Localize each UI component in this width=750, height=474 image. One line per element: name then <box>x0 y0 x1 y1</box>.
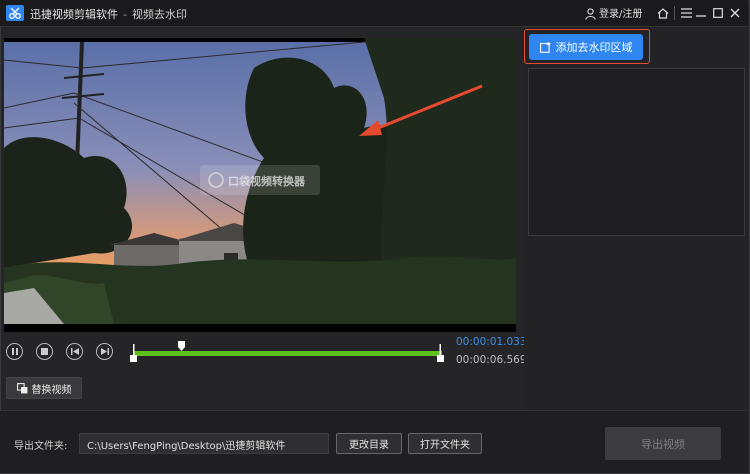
add-region-icon <box>539 41 550 53</box>
total-time: 00:00:06.569 <box>456 354 527 366</box>
change-directory-button[interactable]: 更改目录 <box>336 433 402 454</box>
playback-controls: 00:00:01.033 00:00:06.569 <box>4 332 527 370</box>
maximize-button[interactable] <box>709 4 727 22</box>
output-folder-label: 导出文件夹: <box>14 441 68 452</box>
next-frame-button[interactable] <box>96 343 113 360</box>
prev-frame-button[interactable] <box>66 343 83 360</box>
open-folder-button[interactable]: 打开文件夹 <box>408 433 482 454</box>
trim-track[interactable] <box>134 351 442 356</box>
pause-icon <box>11 348 18 355</box>
playhead-handle[interactable] <box>178 341 185 351</box>
replace-video-icon <box>16 382 27 393</box>
app-logo-icon <box>6 5 24 21</box>
minimize-icon <box>696 15 706 17</box>
login-link[interactable]: 登录/注册 <box>585 5 642 20</box>
close-button[interactable] <box>726 4 744 22</box>
add-region-label: 添加去水印区域 <box>555 41 633 54</box>
pause-button[interactable] <box>6 343 23 360</box>
home-icon <box>657 7 669 19</box>
title-bar: 迅捷视频剪辑软件 - 视频去水印 登录/注册 <box>0 0 748 27</box>
minimize-button[interactable] <box>692 4 710 22</box>
add-watermark-region-button[interactable]: 添加去水印区域 <box>529 34 643 60</box>
region-list <box>528 68 745 236</box>
maximize-icon <box>713 8 723 18</box>
replace-video-button[interactable]: 替换视频 <box>6 377 82 399</box>
trim-end-handle[interactable] <box>437 344 444 362</box>
video-preview[interactable]: 口袋视频转换器 <box>4 38 516 332</box>
user-icon <box>585 8 596 20</box>
next-frame-icon <box>100 348 109 355</box>
stop-button[interactable] <box>36 343 53 360</box>
menu-icon <box>680 8 692 18</box>
app-name: 迅捷视频剪辑软件 <box>30 8 118 21</box>
close-icon <box>730 8 740 18</box>
watermark-text: 口袋视频转换器 <box>228 174 306 188</box>
title-divider <box>674 6 675 20</box>
output-path-field[interactable]: C:\Users\FengPing\Desktop\迅捷剪辑软件 <box>79 433 329 454</box>
trim-start-handle[interactable] <box>130 344 137 362</box>
stop-icon <box>41 348 48 355</box>
current-time: 00:00:01.033 <box>456 336 527 348</box>
video-frame: 口袋视频转换器 <box>4 38 516 332</box>
replace-video-label: 替换视频 <box>31 384 72 396</box>
prev-frame-icon <box>70 348 79 355</box>
home-button[interactable] <box>654 4 672 22</box>
page-title: 视频去水印 <box>131 8 187 21</box>
title-separator: - <box>123 8 127 21</box>
export-video-button[interactable]: 导出视频 <box>605 427 721 460</box>
window-title: 迅捷视频剪辑软件 - 视频去水印 <box>30 6 187 22</box>
login-label: 登录/注册 <box>599 9 643 20</box>
